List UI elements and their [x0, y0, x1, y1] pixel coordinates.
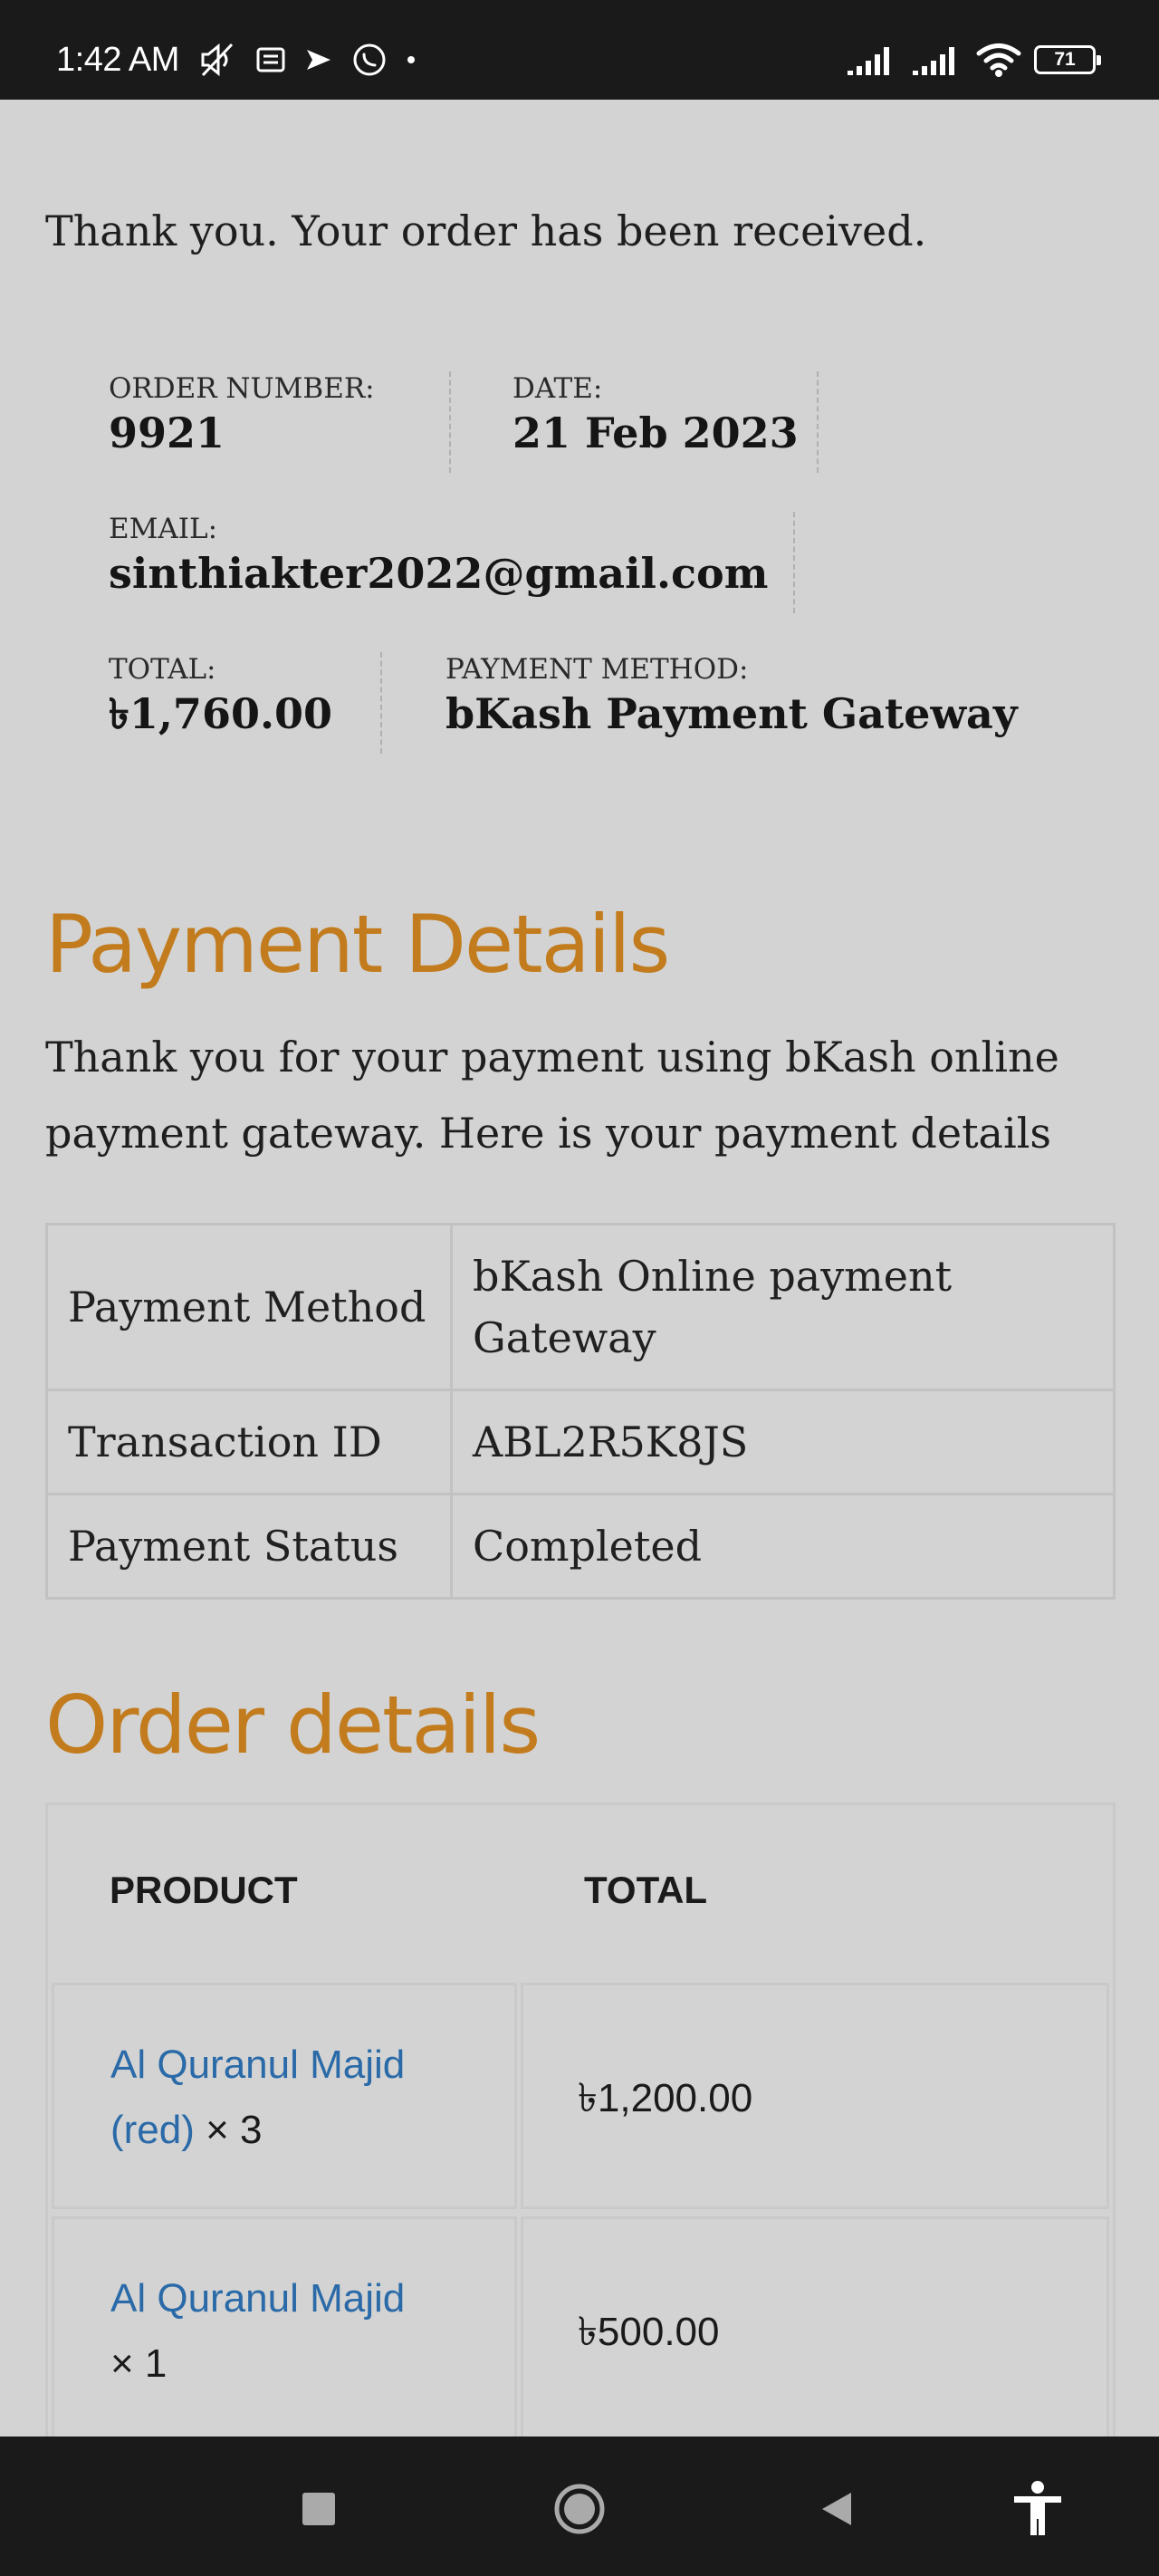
home-button[interactable]: [543, 2473, 616, 2545]
notification-icons: [199, 40, 417, 80]
recents-icon: [302, 2493, 335, 2525]
system-icons: 71: [846, 38, 1101, 82]
line-total: ৳500.00: [578, 2310, 720, 2354]
table-row: Payment Status Completed: [45, 1493, 1116, 1600]
product-line: Al Quranul Majid (red) × 3: [110, 2033, 500, 2163]
wifi-icon: [976, 43, 1021, 77]
table-row: Al Quranul Majid (red) × 3 ৳1,200.00: [48, 1983, 1113, 2209]
payment-method-label: PAYMENT METHOD:: [445, 653, 749, 686]
navigation-bar: [0, 2437, 1159, 2576]
payment-method-value: bKash Payment Gateway: [445, 689, 1018, 738]
mute-icon: [201, 43, 234, 77]
payment-method-key: Payment Method: [45, 1223, 453, 1391]
product-column-header: PRODUCT: [110, 1869, 298, 1911]
status-bar: 1:42 AM 71: [0, 0, 1159, 100]
payment-method-block: PAYMENT METHOD: bKash Payment Gateway: [445, 652, 1116, 754]
order-received-message: Thank you. Your order has been received.: [45, 207, 927, 255]
whatsapp-icon: [353, 43, 386, 76]
product-quantity: × 1: [110, 2341, 168, 2386]
product-line: Al Quranul Majid × 1: [110, 2266, 500, 2397]
accessibility-button[interactable]: [1001, 2473, 1074, 2545]
dot-icon: [407, 56, 415, 63]
home-icon: [554, 2484, 605, 2534]
signal-icon: [913, 47, 954, 75]
product-link[interactable]: Al Quranul Majid: [110, 2276, 405, 2321]
table-row: Payment Method bKash Online payment Gate…: [45, 1223, 1116, 1391]
back-icon: [822, 2493, 851, 2525]
message-icon: [256, 47, 285, 72]
date-label: DATE:: [512, 372, 603, 405]
total-cell: ৳1,200.00: [521, 1983, 1109, 2209]
product-cell: Al Quranul Majid × 1: [52, 2216, 517, 2437]
send-icon: [307, 50, 330, 70]
order-number-value: 9921: [109, 409, 225, 457]
product-quantity: × 3: [206, 2108, 263, 2152]
order-table-header: PRODUCT TOTAL: [48, 1805, 1113, 1983]
order-details-table: PRODUCT TOTAL Al Quranul Majid (red) × 3…: [45, 1802, 1116, 2437]
table-row: Transaction ID ABL2R5K8JS: [45, 1389, 1116, 1495]
table-row: Al Quranul Majid × 1 ৳500.00: [48, 2216, 1113, 2437]
transaction-id-key: Transaction ID: [45, 1389, 453, 1495]
payment-status-key: Payment Status: [45, 1493, 453, 1600]
product-cell: Al Quranul Majid (red) × 3: [52, 1983, 517, 2209]
payment-status-val: Completed: [450, 1493, 1116, 1600]
date-block: DATE: 21 Feb 2023: [512, 371, 819, 473]
email-label: EMAIL:: [109, 513, 218, 545]
payment-details-table: Payment Method bKash Online payment Gate…: [45, 1223, 1116, 1600]
order-number-label: ORDER NUMBER:: [109, 372, 375, 405]
battery-icon: 71: [1034, 45, 1101, 74]
payment-method-val: bKash Online payment Gateway: [450, 1223, 1116, 1391]
order-number-block: ORDER NUMBER: 9921: [109, 371, 451, 473]
line-total: ৳1,200.00: [578, 2076, 753, 2120]
battery-level: 71: [1054, 49, 1076, 70]
email-value: sinthiakter2022@gmail.com: [109, 549, 769, 598]
total-value: ৳1,760.00: [109, 689, 332, 738]
back-button[interactable]: [800, 2473, 873, 2545]
payment-intro-text: Thank you for your payment using bKash o…: [45, 1033, 1059, 1158]
total-cell: ৳500.00: [521, 2216, 1109, 2437]
order-details-heading: Order details: [45, 1678, 541, 1772]
email-block: EMAIL: sinthiakter2022@gmail.com: [109, 512, 795, 613]
date-value: 21 Feb 2023: [512, 409, 799, 457]
accessibility-icon: [1014, 2481, 1061, 2535]
payment-details-heading: Payment Details: [45, 898, 670, 991]
transaction-id-val: ABL2R5K8JS: [450, 1389, 1116, 1495]
total-label: TOTAL:: [109, 653, 216, 686]
total-block: TOTAL: ৳1,760.00: [109, 652, 382, 754]
page-content[interactable]: Thank you. Your order has been received.…: [0, 100, 1159, 2437]
total-column-header: TOTAL: [584, 1869, 708, 1911]
status-time: 1:42 AM: [56, 41, 179, 79]
recents-button[interactable]: [283, 2473, 355, 2545]
signal-icon: [848, 47, 889, 75]
